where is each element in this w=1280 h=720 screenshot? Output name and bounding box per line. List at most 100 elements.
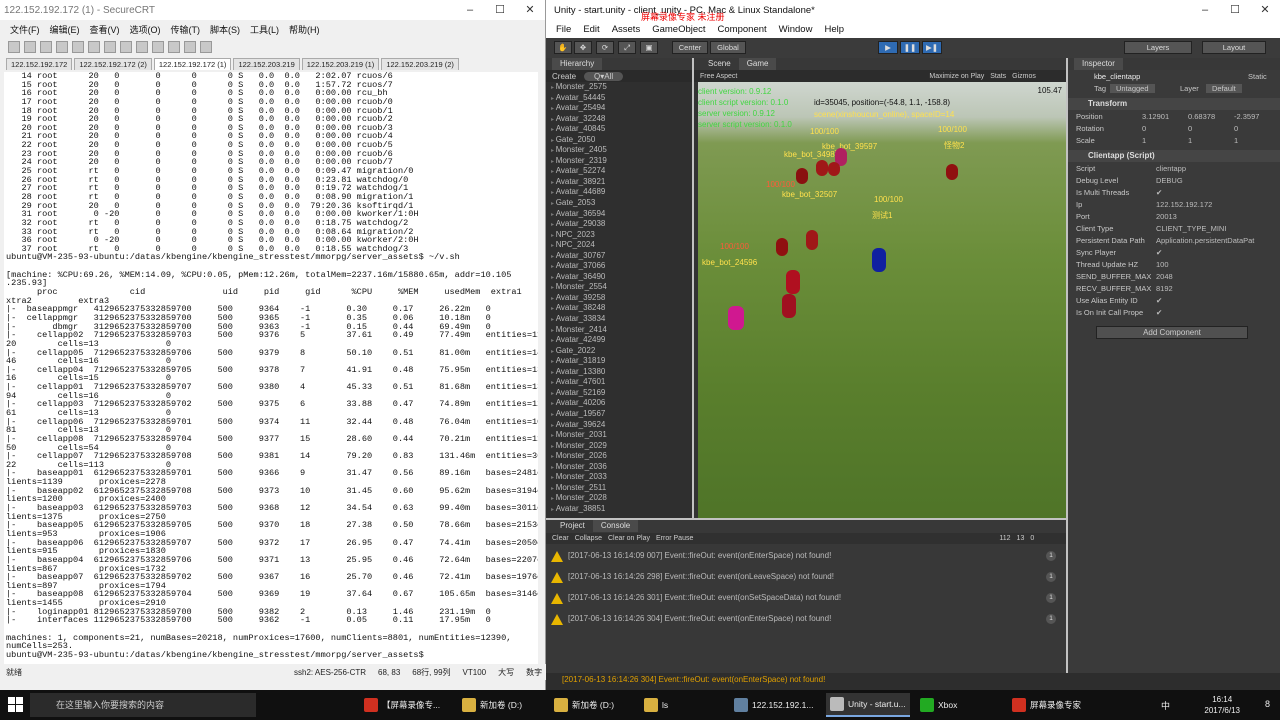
- clientapp-component-header[interactable]: Clientapp (Script): [1068, 150, 1280, 162]
- hierarchy-create-button[interactable]: Create: [552, 72, 576, 81]
- disconnect-icon[interactable]: [72, 41, 84, 53]
- avatar-entity[interactable]: [816, 160, 828, 176]
- taskbar-app[interactable]: 122.152.192.1...: [730, 693, 817, 717]
- tab-project[interactable]: Project: [552, 520, 593, 532]
- rotation-y[interactable]: 0: [1188, 124, 1192, 133]
- hierarchy-item[interactable]: Avatar_38248: [546, 303, 692, 314]
- keymap-icon[interactable]: [168, 41, 180, 53]
- hierarchy-item[interactable]: Monster_2575: [546, 82, 692, 93]
- layer-dropdown[interactable]: Default: [1206, 84, 1242, 93]
- avatar-entity[interactable]: [728, 306, 744, 330]
- hierarchy-item[interactable]: Avatar_52169: [546, 388, 692, 399]
- maximize-on-play-toggle[interactable]: Maximize on Play: [929, 73, 984, 80]
- console-error-pause-button[interactable]: Error Pause: [656, 535, 693, 542]
- hand-tool-icon[interactable]: ✋: [554, 41, 572, 54]
- console-entry[interactable]: [2017-06-13 16:14:26 304] Event::fireOut…: [546, 609, 1066, 629]
- add-component-button[interactable]: Add Component: [1096, 326, 1248, 339]
- hierarchy-item[interactable]: Avatar_29038: [546, 219, 692, 230]
- inspector-field-value[interactable]: ✔: [1156, 296, 1162, 305]
- rect-tool-icon[interactable]: ▣: [640, 41, 658, 54]
- tab-scene[interactable]: Scene: [700, 58, 739, 70]
- transform-header[interactable]: Transform: [1068, 98, 1280, 110]
- inspector-field-value[interactable]: 100: [1156, 260, 1169, 269]
- hierarchy-item[interactable]: Avatar_44689: [546, 187, 692, 198]
- tab-inspector[interactable]: Inspector: [1074, 58, 1123, 70]
- taskbar-app[interactable]: 【屏幕录像专...: [360, 693, 444, 717]
- rotate-tool-icon[interactable]: ⟳: [596, 41, 614, 54]
- hierarchy-item[interactable]: Avatar_52274: [546, 166, 692, 177]
- minimize-icon[interactable]: –: [1190, 0, 1220, 20]
- windows-start-icon[interactable]: [8, 697, 24, 713]
- hierarchy-item[interactable]: Avatar_42499: [546, 335, 692, 346]
- menu-window[interactable]: Window: [779, 24, 813, 35]
- hierarchy-item[interactable]: Monster_2026: [546, 451, 692, 462]
- avatar-entity[interactable]: [782, 294, 796, 318]
- inspector-field-value[interactable]: 122.152.192.172: [1156, 200, 1212, 209]
- reconnect-icon[interactable]: [56, 41, 68, 53]
- menu-edit[interactable]: Edit: [583, 24, 599, 35]
- hierarchy-item[interactable]: Avatar_31819: [546, 356, 692, 367]
- taskbar-app[interactable]: 新加卷 (D:): [458, 693, 526, 717]
- position-y[interactable]: 0.68378: [1188, 112, 1215, 121]
- avatar-entity[interactable]: [776, 238, 788, 256]
- hierarchy-item[interactable]: Avatar_33834: [546, 314, 692, 325]
- hierarchy-item[interactable]: Monster_2319: [546, 156, 692, 167]
- close-icon[interactable]: ✕: [1250, 0, 1280, 20]
- hierarchy-item[interactable]: Monster_2405: [546, 145, 692, 156]
- inspector-field-value[interactable]: DEBUG: [1156, 176, 1183, 185]
- avatar-entity[interactable]: [806, 230, 818, 250]
- hierarchy-item[interactable]: Monster_2036: [546, 462, 692, 473]
- console-clear-on-play-button[interactable]: Clear on Play: [608, 535, 650, 542]
- avatar-entity[interactable]: [828, 162, 840, 176]
- notification-count[interactable]: 8: [1265, 699, 1270, 709]
- warn-count[interactable]: 13: [1017, 535, 1025, 542]
- maximize-icon[interactable]: ☐: [485, 0, 515, 20]
- paste-icon[interactable]: [104, 41, 116, 53]
- inspector-field-value[interactable]: ✔: [1156, 248, 1162, 257]
- hierarchy-item[interactable]: Avatar_38921: [546, 177, 692, 188]
- inspector-field-value[interactable]: 8192: [1156, 284, 1173, 293]
- object-name-field[interactable]: kbe_clientapp: [1094, 72, 1140, 81]
- maximize-icon[interactable]: ☐: [1220, 0, 1250, 20]
- terminal-output[interactable]: 14 root 20 0 0 0 0 S 0.0 0.0 2:02.07 rcu…: [4, 72, 538, 664]
- hierarchy-item[interactable]: Monster_2033: [546, 472, 692, 483]
- layers-dropdown[interactable]: Layers: [1124, 41, 1192, 54]
- inspector-field-value[interactable]: ✔: [1156, 308, 1162, 317]
- hierarchy-item[interactable]: Avatar_39624: [546, 420, 692, 431]
- player-entity[interactable]: [872, 248, 886, 272]
- menu-options[interactable]: 选项(O): [130, 23, 161, 36]
- tab-game[interactable]: Game: [738, 58, 777, 70]
- rotation-x[interactable]: 0: [1142, 124, 1146, 133]
- menu-component[interactable]: Component: [718, 24, 767, 35]
- monster-entity[interactable]: [946, 164, 958, 180]
- hierarchy-item[interactable]: NPC_2024: [546, 240, 692, 251]
- tag-dropdown[interactable]: Untagged: [1110, 84, 1155, 93]
- pause-icon[interactable]: ❚❚: [900, 41, 920, 54]
- play-icon[interactable]: ▶: [878, 41, 898, 54]
- hierarchy-item[interactable]: Avatar_47601: [546, 377, 692, 388]
- scale-z[interactable]: 1: [1234, 136, 1238, 145]
- console-collapse-button[interactable]: Collapse: [575, 535, 602, 542]
- hierarchy-item[interactable]: Avatar_37066: [546, 261, 692, 272]
- close-icon[interactable]: ✕: [515, 0, 545, 20]
- session-tab[interactable]: 122.152.203.219 (2): [381, 58, 459, 70]
- inspector-field-value[interactable]: CLIENT_TYPE_MINI: [1156, 224, 1226, 233]
- session-tab[interactable]: 122.152.192.172 (2): [74, 58, 152, 70]
- session-tab[interactable]: 122.152.203.219: [233, 58, 300, 70]
- print-icon[interactable]: [136, 41, 148, 53]
- tab-console[interactable]: Console: [592, 520, 639, 532]
- scale-tool-icon[interactable]: ⤢: [618, 41, 636, 54]
- menu-transfer[interactable]: 传输(T): [171, 23, 201, 36]
- inspector-field-value[interactable]: clientapp: [1156, 164, 1186, 173]
- hierarchy-item[interactable]: Gate_2050: [546, 135, 692, 146]
- hierarchy-item[interactable]: Monster_2031: [546, 430, 692, 441]
- hierarchy-search-input[interactable]: Q▾All: [584, 71, 624, 81]
- static-toggle[interactable]: Static: [1248, 72, 1267, 81]
- info-count[interactable]: 112: [999, 535, 1010, 542]
- console-clear-button[interactable]: Clear: [552, 535, 569, 542]
- hierarchy-item[interactable]: Monster_2028: [546, 493, 692, 504]
- help-icon[interactable]: [200, 41, 212, 53]
- menu-help[interactable]: Help: [824, 24, 844, 35]
- hierarchy-item[interactable]: Avatar_39258: [546, 293, 692, 304]
- gizmos-dropdown[interactable]: Gizmos: [1012, 73, 1036, 80]
